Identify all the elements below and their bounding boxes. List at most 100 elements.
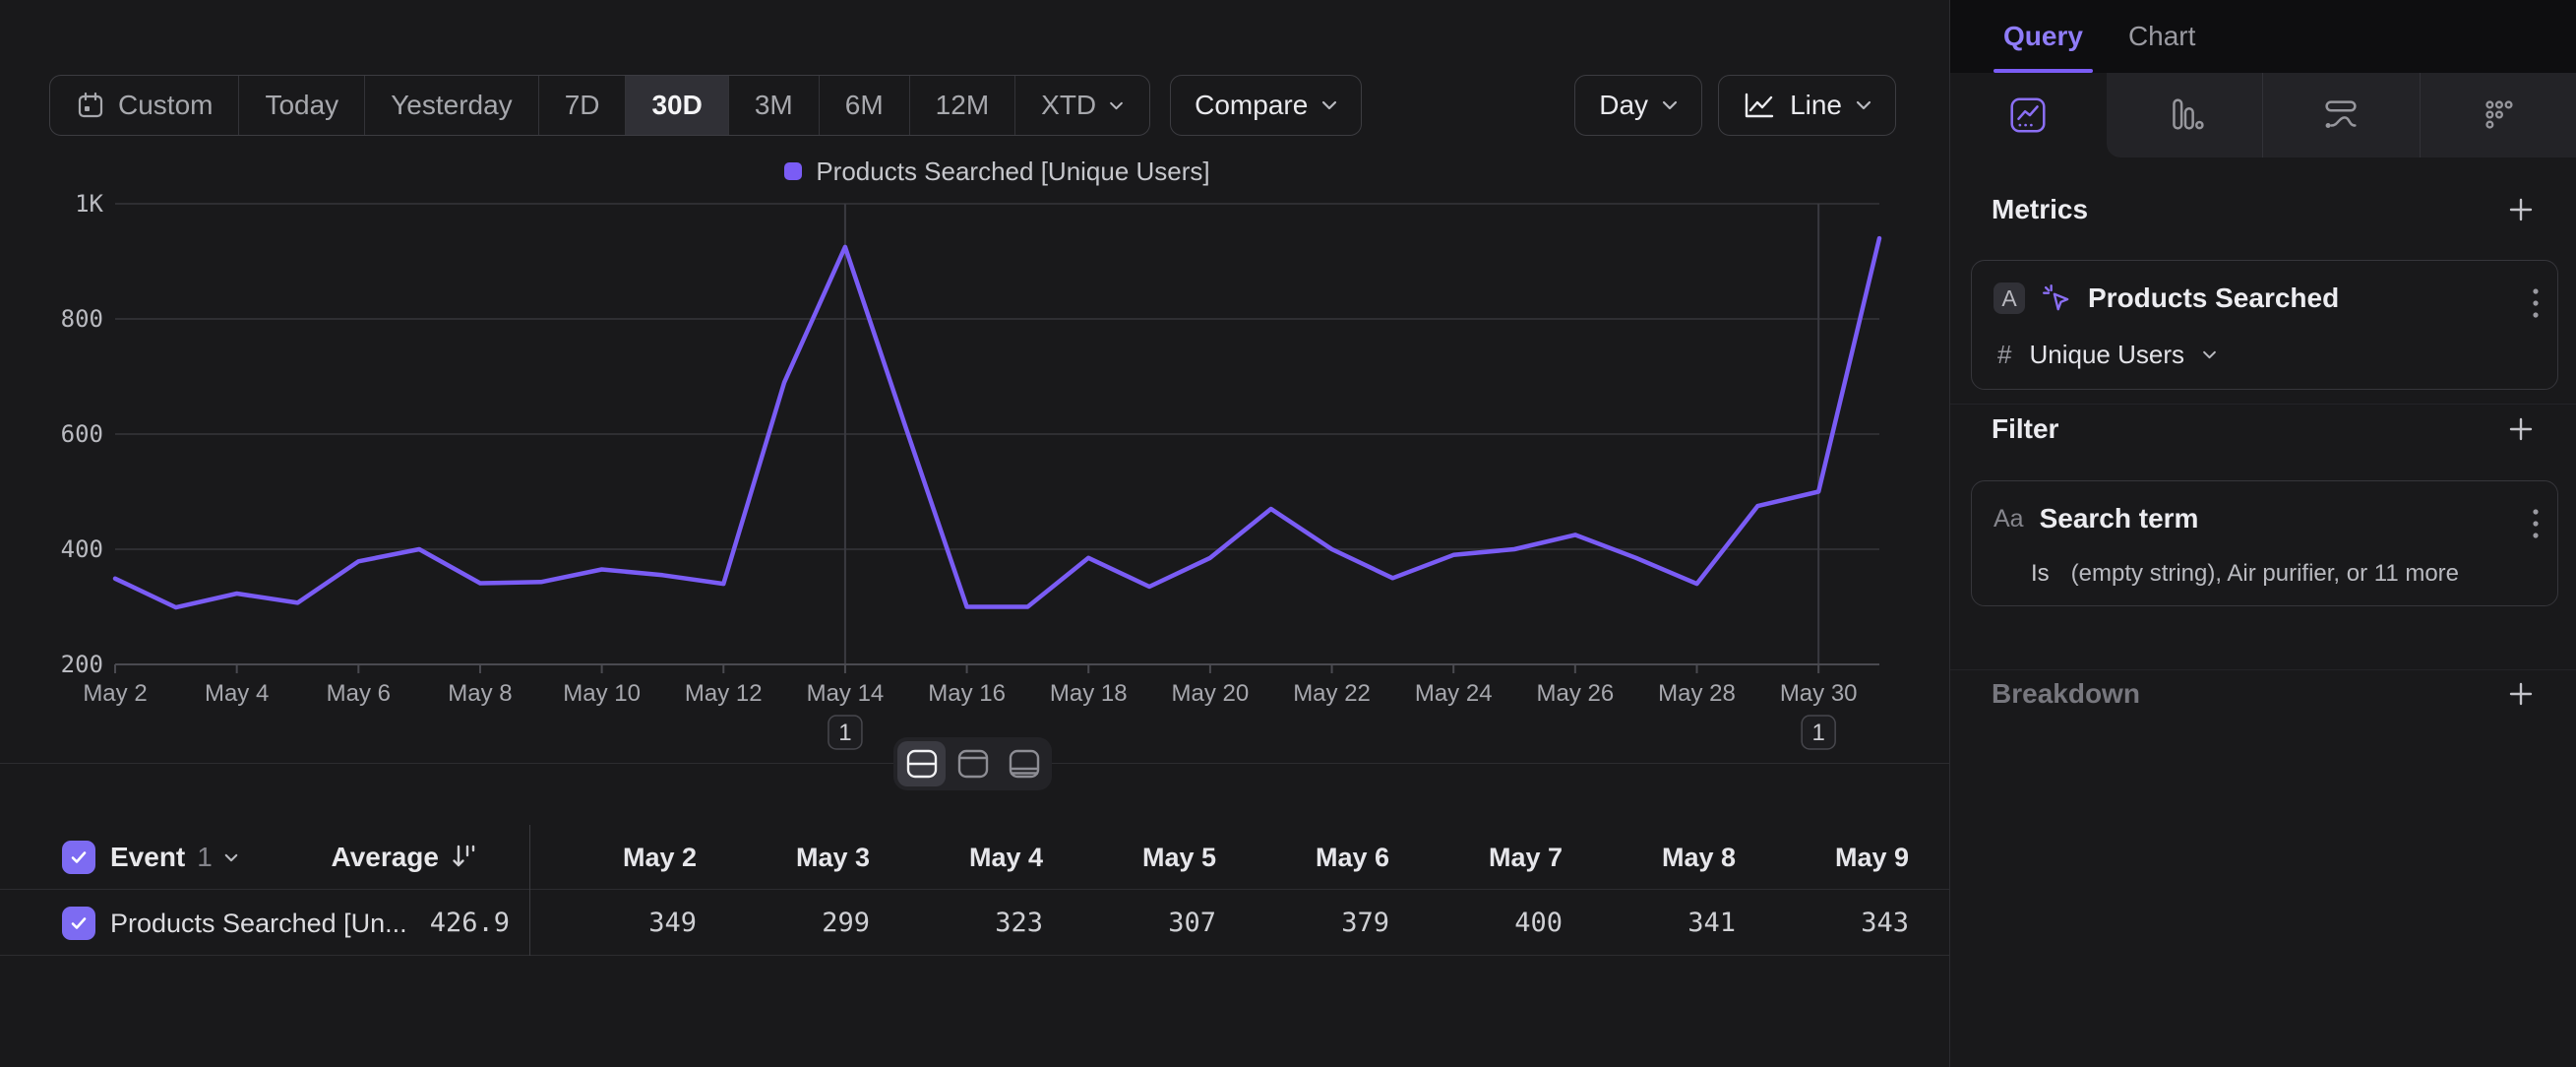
- date-column-header[interactable]: May 6: [1216, 825, 1389, 890]
- more-reports-icon: [2476, 93, 2521, 138]
- query-sidebar: Query Chart Metrics A: [1949, 0, 2576, 1067]
- range-label: 30D: [651, 90, 702, 121]
- breakdown-heading: Breakdown: [1992, 678, 2140, 710]
- number-symbol: #: [1997, 340, 2011, 370]
- report-tab-more-reports[interactable]: [2420, 73, 2576, 157]
- range-7d[interactable]: 7D: [538, 76, 626, 135]
- filter-kebab-menu[interactable]: [2532, 507, 2540, 540]
- x-axis-tick-label: May 12: [685, 680, 763, 707]
- y-axis-tick-label: 400: [61, 535, 103, 563]
- annotation-badge[interactable]: [828, 716, 862, 749]
- table-row: Products Searched [Un... 426.9 349299323…: [0, 891, 1949, 956]
- range-label: Today: [265, 90, 338, 121]
- layout-chart-only-button[interactable]: [949, 741, 997, 786]
- breakdown-section-header: Breakdown: [1992, 677, 2535, 711]
- event-label: Event: [110, 842, 185, 873]
- table-header-row: Event 1 Average May 2May 3May 4May 5May …: [0, 825, 1949, 890]
- chart-type-label: Line: [1790, 90, 1842, 121]
- y-axis-tick-label: 600: [61, 420, 103, 448]
- filter-card[interactable]: Aa Search term Is (empty string), Air pu…: [1971, 480, 2558, 606]
- x-axis-tick-label: May 8: [448, 680, 512, 707]
- chevron-down-icon: [1856, 100, 1871, 110]
- date-column-header[interactable]: May 8: [1563, 825, 1736, 890]
- flows-icon: [2318, 93, 2363, 138]
- range-xtd[interactable]: XTD: [1014, 76, 1149, 135]
- range-label: XTD: [1041, 90, 1096, 121]
- filter-condition[interactable]: Is (empty string), Air purifier, or 11 m…: [2031, 560, 2459, 588]
- date-column-header[interactable]: May 2: [523, 825, 697, 890]
- date-column-header[interactable]: May 7: [1389, 825, 1563, 890]
- chart-type-button[interactable]: Line: [1718, 75, 1896, 136]
- event-dropdown[interactable]: Event 1: [110, 825, 238, 890]
- x-axis-tick-label: May 22: [1293, 680, 1371, 707]
- series-line: [115, 238, 1879, 607]
- report-tab-insights[interactable]: [1950, 73, 2107, 157]
- sort-descending-icon[interactable]: [451, 842, 480, 871]
- report-tab-flows[interactable]: [2262, 73, 2420, 157]
- range-label: Yesterday: [391, 90, 513, 121]
- average-column-header[interactable]: Average: [246, 825, 439, 890]
- y-axis-tick-label: 200: [61, 651, 103, 678]
- range-yesterday[interactable]: Yesterday: [364, 76, 538, 135]
- filter-value: (empty string), Air purifier, or 11 more: [2071, 560, 2459, 588]
- cell-value: 400: [1389, 891, 1563, 956]
- x-axis-tick-label: May 26: [1537, 680, 1615, 707]
- event-count: 1: [197, 842, 213, 873]
- filter-property-name: Search term: [2040, 503, 2199, 534]
- chevron-down-icon: [1321, 100, 1337, 110]
- toolbar-right: Day Line: [1574, 75, 1896, 136]
- aggregation-dropdown[interactable]: # Unique Users: [1997, 340, 2217, 370]
- range-30d[interactable]: 30D: [625, 76, 727, 135]
- legend-swatch: [784, 162, 802, 180]
- add-metric-button[interactable]: [2507, 196, 2535, 223]
- report-type-tabs: [1950, 73, 2576, 157]
- compare-button[interactable]: Compare: [1170, 75, 1362, 136]
- cell-value: 307: [1043, 891, 1216, 956]
- row-checkbox[interactable]: [62, 907, 95, 940]
- add-filter-button[interactable]: [2507, 415, 2535, 443]
- report-tab-funnels[interactable]: [2107, 73, 2263, 157]
- date-column-header[interactable]: May 4: [870, 825, 1043, 890]
- event-sparkle-icon: [2041, 282, 2072, 314]
- date-column-header[interactable]: May 5: [1043, 825, 1216, 890]
- date-column-header[interactable]: May 9: [1736, 825, 1909, 890]
- add-breakdown-button[interactable]: [2507, 680, 2535, 708]
- x-axis-tick-label: May 10: [563, 680, 641, 707]
- range-today[interactable]: Today: [238, 76, 364, 135]
- layout-split-button[interactable]: [897, 741, 946, 786]
- section-divider: [1950, 669, 2576, 670]
- y-axis-tick-label: 1K: [75, 190, 103, 218]
- range-custom[interactable]: Custom: [50, 76, 238, 135]
- filter-section-header: Filter: [1992, 412, 2535, 446]
- annotation-badge[interactable]: [1802, 716, 1835, 749]
- range-3m[interactable]: 3M: [728, 76, 819, 135]
- range-6m[interactable]: 6M: [819, 76, 909, 135]
- date-column-header[interactable]: May 3: [697, 825, 870, 890]
- chevron-down-icon: [224, 853, 238, 862]
- chart-legend[interactable]: Products Searched [Unique Users]: [115, 154, 1879, 189]
- tab-chart[interactable]: Chart: [2128, 0, 2195, 73]
- filter-heading: Filter: [1992, 413, 2058, 445]
- metric-row[interactable]: A Products Searched: [1993, 282, 2339, 314]
- date-range-group: Custom Today Yesterday 7D 30D 3M6M12M XTD: [49, 75, 1150, 136]
- metric-card[interactable]: A Products Searched # Unique Users: [1971, 260, 2558, 390]
- x-axis-tick-label: May 2: [83, 680, 147, 707]
- metrics-heading: Metrics: [1992, 194, 2088, 225]
- x-axis-tick-label: May 24: [1415, 680, 1493, 707]
- chevron-down-icon: [2202, 350, 2217, 359]
- select-all-checkbox[interactable]: [62, 841, 95, 874]
- metric-kebab-menu[interactable]: [2532, 286, 2540, 320]
- granularity-label: Day: [1599, 90, 1648, 121]
- funnels-icon: [2162, 93, 2207, 138]
- layout-table-only-button[interactable]: [1000, 741, 1048, 786]
- range-12m[interactable]: 12M: [909, 76, 1014, 135]
- tab-query[interactable]: Query: [2003, 0, 2083, 73]
- annotation-badge-label: 1: [838, 720, 851, 746]
- granularity-button[interactable]: Day: [1574, 75, 1702, 136]
- filter-row[interactable]: Aa Search term: [1993, 503, 2198, 534]
- x-axis-tick-label: May 4: [205, 680, 269, 707]
- calendar-icon: [76, 91, 105, 120]
- average-value: 426.9: [315, 891, 510, 956]
- compare-label: Compare: [1195, 90, 1308, 121]
- layout-toggle-group: [893, 737, 1052, 790]
